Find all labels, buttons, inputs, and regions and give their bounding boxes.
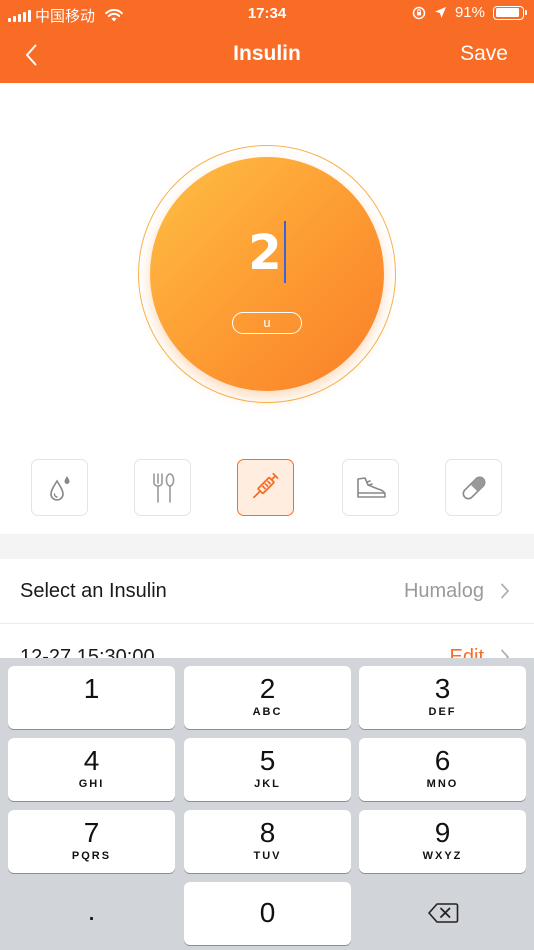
key-6[interactable]: 6 MNO: [359, 738, 526, 801]
key-8[interactable]: 8 TUV: [184, 810, 351, 873]
battery-icon: [493, 5, 527, 20]
pill-icon: [462, 476, 485, 499]
save-button[interactable]: Save: [460, 42, 508, 66]
category-exercise-button[interactable]: [342, 459, 399, 516]
status-bar: 中国移动 17:34 91%: [0, 0, 534, 28]
category-blood-glucose-button[interactable]: [31, 459, 88, 516]
key-4[interactable]: 4 GHI: [8, 738, 175, 801]
text-cursor: [283, 221, 286, 283]
numeric-keypad: 1 2 ABC 3 DEF 4 GHI 5 JKL 6 MNO 7 PQRS 8 TUV 9W…: [0, 658, 534, 950]
battery-percent: 91%: [454, 4, 485, 21]
sneaker-icon: [356, 476, 386, 498]
status-right: 91%: [412, 4, 527, 21]
key-1[interactable]: 1: [8, 666, 175, 729]
app-header: 中国移动 17:34 91% Insulin Save: [0, 0, 534, 83]
blood-drop-icon: [49, 475, 69, 501]
chevron-right-icon: [501, 583, 509, 599]
fork-spoon-icon: [152, 472, 174, 503]
rotation-lock-icon: [412, 6, 426, 19]
dose-value-display[interactable]: 2: [150, 221, 384, 287]
key-decimal[interactable]: .: [8, 882, 175, 945]
dose-value: 2: [248, 225, 282, 281]
dose-circle[interactable]: 2 u: [150, 157, 384, 391]
key-7[interactable]: 7 PQRS: [8, 810, 175, 873]
category-meal-button[interactable]: [134, 459, 191, 516]
nav-bar: Insulin Save: [0, 28, 534, 83]
key-3[interactable]: 3 DEF: [359, 666, 526, 729]
section-divider: [0, 534, 534, 559]
backspace-icon: [427, 903, 458, 923]
syringe-icon: [252, 472, 278, 498]
backspace-key[interactable]: [359, 882, 526, 945]
location-icon: [434, 7, 446, 18]
category-insulin-button[interactable]: [237, 459, 294, 516]
select-insulin-row[interactable]: Select an Insulin Humalog: [0, 559, 534, 624]
battery-fill: [495, 8, 520, 17]
unit-selector[interactable]: u: [232, 312, 302, 334]
key-5[interactable]: 5 JKL: [184, 738, 351, 801]
category-medication-button[interactable]: [445, 459, 502, 516]
insulin-value: Humalog: [403, 580, 484, 602]
key-2[interactable]: 2 ABC: [184, 666, 351, 729]
key-0[interactable]: 0: [184, 882, 351, 945]
key-9[interactable]: 9 WXYZ: [359, 810, 526, 873]
page-title: Insulin: [233, 42, 301, 65]
select-insulin-label: Select an Insulin: [20, 580, 167, 602]
